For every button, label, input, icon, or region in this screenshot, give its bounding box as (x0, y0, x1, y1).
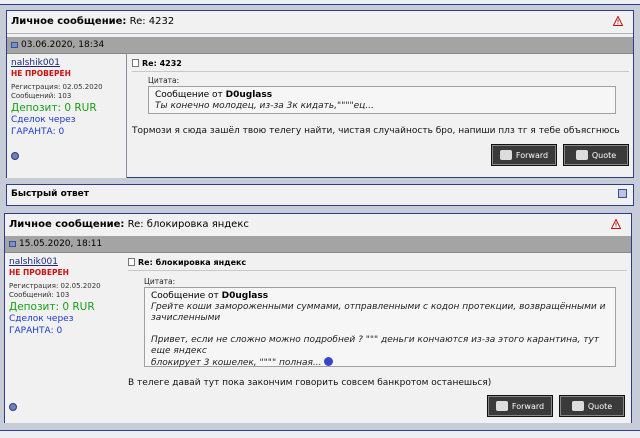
quote-text-line (151, 324, 609, 335)
warning-triangle-icon[interactable] (613, 16, 623, 26)
post-date: 03.06.2020, 18:34 (21, 40, 105, 50)
user-registration: Регистрация: 02.05.2020 (11, 83, 103, 91)
user-message-count: Сообщений: 103 (11, 92, 72, 100)
warning-triangle-icon[interactable] (611, 219, 621, 229)
post-message: Тормози я сюда зашёл твою телегу найти, … (132, 126, 620, 136)
message-title: Личное сообщение: Re: 4232 (11, 16, 175, 27)
quote-text: Ты конечно молодец, из-за 3к кидать,""""… (155, 101, 374, 111)
quote-box: Сообщение от D0uglass Грейте коши заморо… (144, 287, 616, 369)
quote-text-line: зачисленными (151, 313, 221, 323)
post-page-icon[interactable] (11, 42, 18, 48)
offline-status-icon (11, 152, 19, 160)
subject-separator (128, 270, 627, 271)
quote-header: Сообщение от D0uglass (155, 90, 273, 100)
forward-button[interactable]: Forward (491, 144, 557, 166)
user-guarantee: ГАРАНТА: 0 (11, 127, 65, 137)
top-strip (0, 0, 640, 5)
post-subject: Re: блокировка яндекс (128, 258, 246, 267)
forward-user-icon (499, 150, 512, 160)
user-guarantee: ГАРАНТА: 0 (9, 326, 63, 336)
user-status: НЕ ПРОВЕРЕН (11, 69, 71, 78)
user-deal-via: Сделок через (9, 314, 74, 324)
post-message: В телеге давай тут пока закончим говорит… (128, 378, 492, 388)
message-title-bar: Личное сообщение: Re: 4232 (7, 11, 633, 34)
quote-label: Цитата: (148, 76, 180, 85)
quick-reply-bar: Быстрый ответ (6, 184, 634, 206)
post-subject: Re: 4232 (132, 59, 182, 68)
post-date: 15.05.2020, 18:11 (19, 239, 103, 249)
private-message-panel: Личное сообщение: Re: блокировка яндекс … (4, 213, 632, 423)
user-status: НЕ ПРОВЕРЕН (9, 268, 69, 277)
quote-box: Сообщение от D0uglass Ты конечно молодец… (148, 86, 616, 114)
quote-text-line: Грейте коши замороженными суммами, отпра… (151, 302, 606, 312)
quote-button[interactable]: Quote (563, 144, 629, 166)
post-page-icon (128, 258, 135, 266)
user-info-column: nalshik001 НЕ ПРОВЕРЕН Регистрация: 02.0… (7, 54, 127, 178)
quote-text-line-last: блокирует 3 кошелек, """" полная... (151, 357, 609, 369)
quote-icon (575, 150, 588, 160)
username-link[interactable]: nalshik001 (11, 58, 60, 68)
post-page-icon (132, 59, 139, 67)
subject-separator (132, 71, 629, 72)
smiley-icon (324, 357, 334, 366)
user-info-column: nalshik001 НЕ ПРОВЕРЕН Регистрация: 02.0… (5, 253, 125, 423)
user-deposit: Депозит: 0 RUR (11, 102, 97, 114)
user-message-count: Сообщений: 103 (9, 291, 70, 299)
post-page-icon[interactable] (9, 241, 16, 247)
forward-user-icon (495, 401, 508, 411)
post-body: Re: блокировка яндекс Цитата: Сообщение … (124, 253, 631, 423)
post-date-bar: 15.05.2020, 18:11 (5, 236, 631, 253)
forward-button[interactable]: Forward (487, 395, 553, 417)
private-message-panel: Личное сообщение: Re: 4232 03.06.2020, 1… (6, 10, 634, 178)
user-deposit: Депозит: 0 RUR (9, 301, 95, 313)
quote-label: Цитата: (144, 277, 176, 286)
expand-icon[interactable] (618, 189, 627, 198)
quote-icon (571, 401, 584, 411)
user-registration: Регистрация: 02.05.2020 (9, 282, 101, 290)
message-title-bar: Личное сообщение: Re: блокировка яндекс (5, 214, 631, 237)
offline-status-icon (9, 403, 17, 411)
user-deal-via: Сделок через (11, 115, 76, 125)
message-title: Личное сообщение: Re: блокировка яндекс (9, 219, 249, 230)
post-date-bar: 03.06.2020, 18:34 (7, 37, 633, 54)
post-body: Re: 4232 Цитата: Сообщение от D0uglass Т… (128, 54, 633, 177)
quote-header: Сообщение от D0uglass (151, 291, 269, 301)
quote-button[interactable]: Quote (559, 395, 625, 417)
username-link[interactable]: nalshik001 (9, 257, 58, 267)
quick-reply-title: Быстрый ответ (11, 189, 89, 199)
quote-text-line: Привет, если не сложно можно подробней ?… (151, 335, 600, 356)
